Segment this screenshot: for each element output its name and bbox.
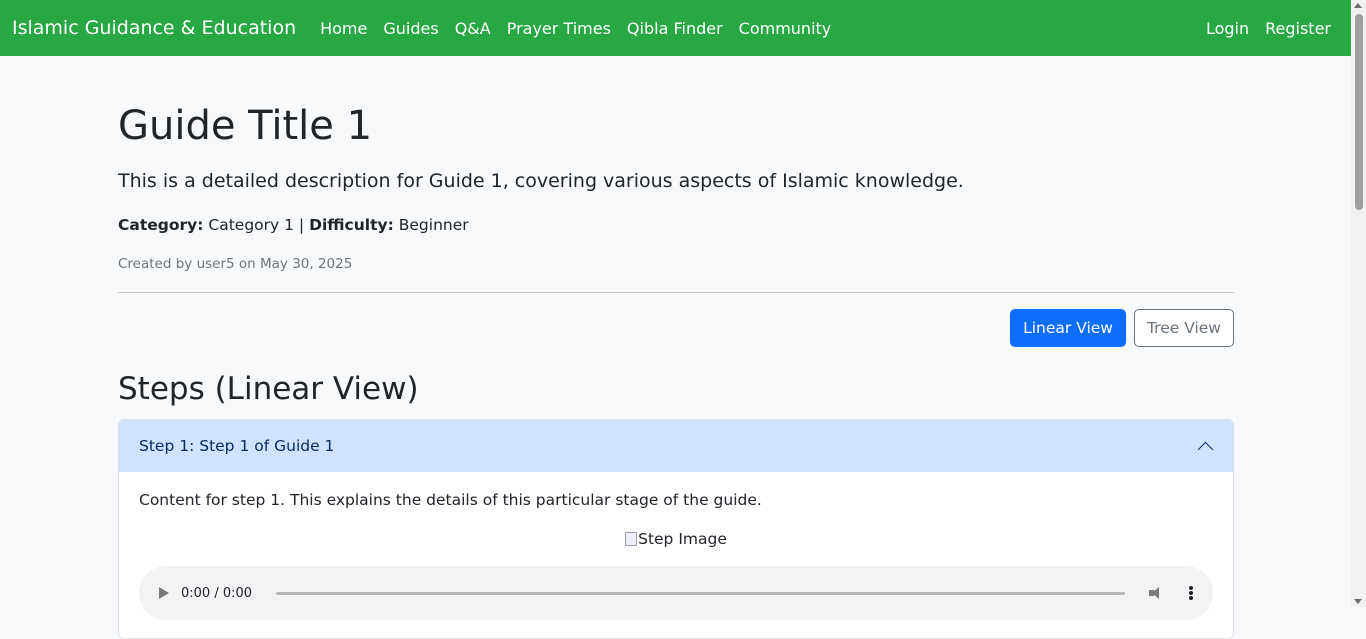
page-scrollbar[interactable] xyxy=(1351,0,1366,607)
audio-progress-bar[interactable] xyxy=(276,591,1125,595)
guide-title: Guide Title 1 xyxy=(118,103,373,149)
guide-container: Guide Title 1 This is a detailed descrip… xyxy=(118,56,1234,639)
audio-player[interactable]: 0:00 / 0:00 xyxy=(139,566,1213,620)
brand-link[interactable]: Islamic Guidance & Education xyxy=(12,17,296,39)
nav-guides[interactable]: Guides xyxy=(383,19,438,38)
linear-view-button[interactable]: Linear View xyxy=(1010,309,1126,347)
scroll-down-icon[interactable] xyxy=(1354,599,1362,604)
nav-qa[interactable]: Q&A xyxy=(455,19,491,38)
scroll-thumb[interactable] xyxy=(1355,14,1363,210)
guide-meta: Category: Category 1 | Difficulty: Begin… xyxy=(118,214,1234,236)
step-1-header[interactable]: Step 1: Step 1 of Guide 1 xyxy=(119,420,1233,472)
broken-image-icon xyxy=(625,532,638,546)
difficulty-label: Difficulty: xyxy=(309,216,394,234)
nav-qibla-finder[interactable]: Qibla Finder xyxy=(627,19,723,38)
steps-heading: Steps (Linear View) xyxy=(118,371,419,407)
category-label: Category: xyxy=(118,216,204,234)
auth-links: Login Register xyxy=(1206,19,1339,38)
audio-time: 0:00 / 0:00 xyxy=(181,585,253,601)
difficulty-value: Beginner xyxy=(398,216,469,234)
category-value: Category 1 xyxy=(208,216,294,234)
guide-description: This is a detailed description for Guide… xyxy=(118,170,964,192)
more-options-icon[interactable] xyxy=(1189,586,1193,600)
tree-view-button[interactable]: Tree View xyxy=(1133,309,1234,347)
nav-home[interactable]: Home xyxy=(320,19,367,38)
created-info: Created by user5 on May 30, 2025 xyxy=(118,256,353,272)
step-image-alt: Step Image xyxy=(638,530,727,548)
nav-prayer-times[interactable]: Prayer Times xyxy=(507,19,611,38)
volume-icon[interactable] xyxy=(1149,586,1165,600)
nav-links: Home Guides Q&A Prayer Times Qibla Finde… xyxy=(320,19,831,38)
chevron-up-icon[interactable] xyxy=(1199,439,1213,453)
play-icon[interactable] xyxy=(159,587,169,599)
divider xyxy=(118,292,1234,293)
top-navbar: Islamic Guidance & Education Home Guides… xyxy=(0,0,1351,56)
step-1-body: Content for step 1. This explains the de… xyxy=(119,472,1233,638)
step-1-content: Content for step 1. This explains the de… xyxy=(139,491,762,509)
steps-accordion: Step 1: Step 1 of Guide 1 Content for st… xyxy=(118,419,1234,639)
step-1-title: Step 1: Step 1 of Guide 1 xyxy=(139,437,335,455)
register-link[interactable]: Register xyxy=(1265,19,1331,38)
step-1-image: Step Image xyxy=(139,530,1213,548)
login-link[interactable]: Login xyxy=(1206,19,1249,38)
nav-community[interactable]: Community xyxy=(739,19,832,38)
view-toggle: Linear View Tree View xyxy=(118,309,1234,347)
meta-separator: | xyxy=(298,216,305,234)
scroll-up-icon[interactable] xyxy=(1354,3,1362,8)
